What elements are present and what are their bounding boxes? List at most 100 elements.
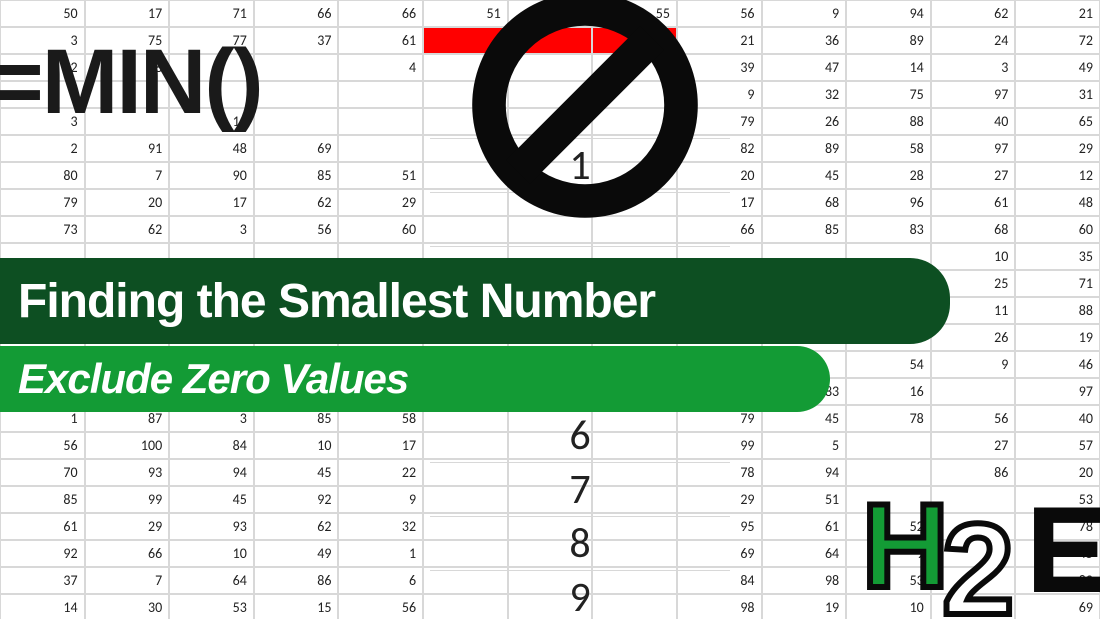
cell: 61 — [762, 513, 847, 540]
subheadline-text: Exclude Zero Values — [18, 355, 408, 403]
cell: 10 — [254, 432, 339, 459]
cell: 98 — [762, 567, 847, 594]
cell: 20 — [85, 189, 170, 216]
cell — [931, 378, 1016, 405]
cell: 10 — [931, 243, 1016, 270]
cell: 91 — [85, 135, 170, 162]
cell: 6 — [338, 567, 423, 594]
cell: 89 — [762, 135, 847, 162]
cell: 100 — [85, 432, 170, 459]
cell: 32 — [762, 81, 847, 108]
cell: 64 — [169, 567, 254, 594]
cell: 50 — [0, 0, 85, 27]
cell: 92 — [254, 486, 339, 513]
cell: 14 — [0, 594, 85, 619]
cell: 4 — [338, 54, 423, 81]
cell: 85 — [762, 216, 847, 243]
cell: 75 — [846, 81, 931, 108]
cell: 17 — [338, 432, 423, 459]
subheadline-bar: Exclude Zero Values — [0, 346, 830, 412]
cell: 49 — [254, 540, 339, 567]
cell: 68 — [762, 189, 847, 216]
cell — [846, 432, 931, 459]
cell: 66 — [254, 0, 339, 27]
cell: 62 — [85, 216, 170, 243]
cell: 7 — [85, 162, 170, 189]
cell: 61 — [0, 513, 85, 540]
cell: 64 — [762, 540, 847, 567]
cell: 97 — [931, 81, 1016, 108]
cell: 94 — [762, 459, 847, 486]
cell: 14 — [846, 54, 931, 81]
cell: 97 — [931, 135, 1016, 162]
cell: 35 — [1015, 243, 1100, 270]
logo-letter-e: E — [1027, 483, 1100, 617]
headline-bar: Finding the Smallest Number — [0, 258, 950, 344]
cell: 3 — [169, 216, 254, 243]
cell: 56 — [0, 432, 85, 459]
cell: 46 — [1015, 351, 1100, 378]
cell: 86 — [254, 567, 339, 594]
cell: 9 — [762, 0, 847, 27]
cell: 56 — [338, 594, 423, 619]
cell: 90 — [169, 162, 254, 189]
cell: 40 — [1015, 405, 1100, 432]
cell: 62 — [254, 513, 339, 540]
cell: 56 — [254, 216, 339, 243]
cell: 51 — [762, 486, 847, 513]
cell: 26 — [762, 108, 847, 135]
cell — [338, 135, 423, 162]
cell: 57 — [1015, 432, 1100, 459]
cell: 70 — [0, 459, 85, 486]
cell — [254, 54, 339, 81]
cell: 31 — [1015, 81, 1100, 108]
headline-text: Finding the Smallest Number — [18, 274, 655, 329]
cell: 27 — [931, 162, 1016, 189]
cell: 69 — [254, 135, 339, 162]
cell: 16 — [846, 378, 931, 405]
cell: 48 — [1015, 189, 1100, 216]
cell: 61 — [338, 27, 423, 54]
cell: 29 — [1015, 135, 1100, 162]
logo-letter-h: H — [862, 479, 949, 613]
prohibition-icon — [465, 0, 705, 230]
cell: 21 — [1015, 0, 1100, 27]
cell: 47 — [762, 54, 847, 81]
cell: 89 — [846, 27, 931, 54]
cell: 45 — [762, 162, 847, 189]
cell: 5 — [762, 432, 847, 459]
cell: 61 — [931, 189, 1016, 216]
cell: 96 — [846, 189, 931, 216]
cell: 66 — [338, 0, 423, 27]
cell: 29 — [85, 513, 170, 540]
cell: 80 — [0, 162, 85, 189]
cell: 62 — [254, 189, 339, 216]
cell: 9 — [931, 351, 1016, 378]
cell: 97 — [1015, 378, 1100, 405]
cell: 19 — [762, 594, 847, 619]
big-number: 7 — [430, 463, 730, 517]
cell: 88 — [1015, 297, 1100, 324]
cell: 53 — [169, 594, 254, 619]
cell: 88 — [846, 108, 931, 135]
h2e-logo: H 2 E — [852, 459, 1100, 619]
cell: 71 — [169, 0, 254, 27]
cell — [254, 81, 339, 108]
cell: 22 — [338, 459, 423, 486]
cell: 99 — [85, 486, 170, 513]
cell: 92 — [0, 540, 85, 567]
cell: 29 — [338, 189, 423, 216]
cell: 36 — [762, 27, 847, 54]
cell: 37 — [0, 567, 85, 594]
logo-letter-2: 2 — [942, 496, 1014, 619]
cell: 85 — [0, 486, 85, 513]
cell: 60 — [338, 216, 423, 243]
cell: 32 — [338, 513, 423, 540]
cell: 93 — [85, 459, 170, 486]
cell: 17 — [85, 0, 170, 27]
cell: 60 — [1015, 216, 1100, 243]
cell: 40 — [931, 108, 1016, 135]
big-number: 9 — [430, 571, 730, 619]
cell: 3 — [931, 54, 1016, 81]
big-number: 6 — [430, 409, 730, 463]
